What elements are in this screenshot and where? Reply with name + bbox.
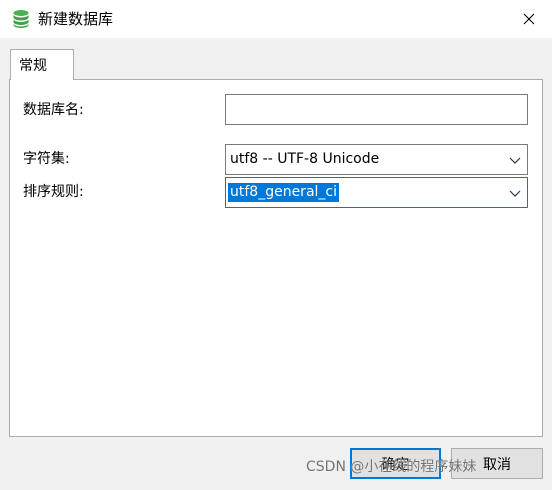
tab-general-label: 常规 <box>19 58 47 74</box>
chevron-down-icon <box>509 157 521 164</box>
collation-value: utf8_general_ci <box>228 183 339 202</box>
charset-select[interactable]: utf8 -- UTF-8 Unicode <box>225 144 528 175</box>
tab-panel <box>9 79 543 437</box>
collation-select[interactable]: utf8_general_ci <box>225 177 528 208</box>
charset-value: utf8 -- UTF-8 Unicode <box>230 151 380 167</box>
collation-label: 排序规则: <box>23 184 84 200</box>
db-name-input[interactable] <box>225 94 528 125</box>
charset-label: 字符集: <box>23 151 70 167</box>
chevron-down-icon <box>509 190 521 197</box>
close-icon <box>523 13 535 25</box>
watermark: CSDN @小在线的程序妹妹 <box>306 459 477 475</box>
window-title: 新建数据库 <box>38 10 114 28</box>
close-button[interactable] <box>506 0 552 38</box>
db-name-label: 数据库名: <box>23 102 84 118</box>
tab-general[interactable]: 常规 <box>10 49 74 80</box>
database-icon <box>13 10 29 28</box>
title-bar: 新建数据库 <box>0 0 552 38</box>
